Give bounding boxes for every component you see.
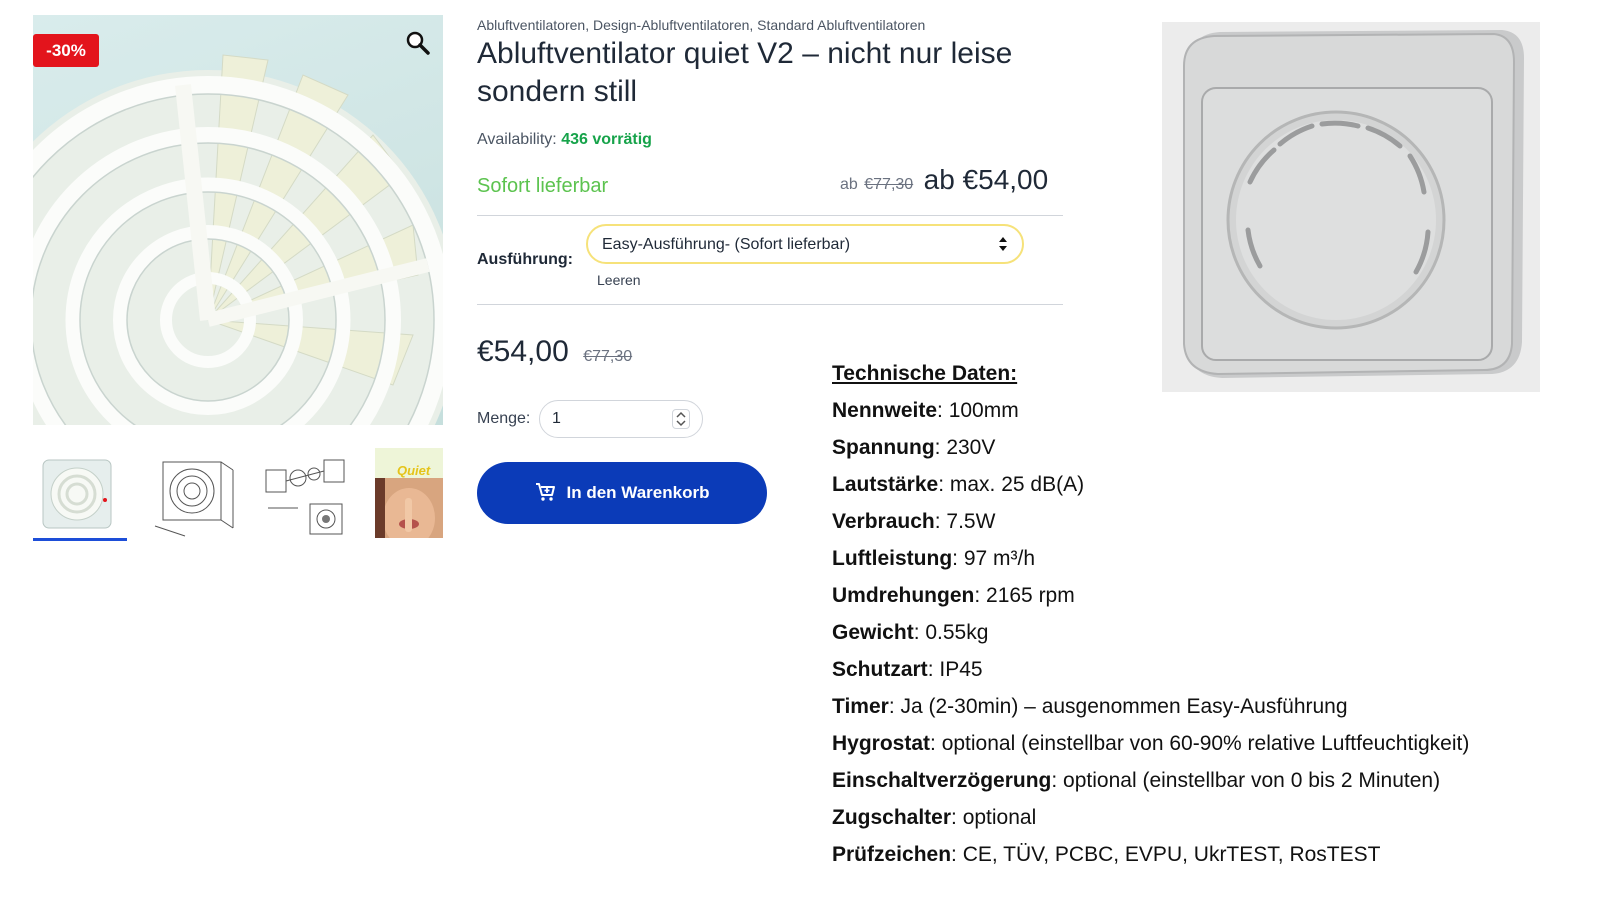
breadcrumb-separator: , bbox=[749, 17, 754, 33]
spec-name: Verbrauch bbox=[832, 510, 935, 533]
spec-value: : 7.5W bbox=[934, 510, 996, 533]
spec-value: : optional bbox=[951, 806, 1037, 829]
product-title: Abluftventilator quiet V2 – nicht nur le… bbox=[477, 35, 1077, 111]
thumbnail-2[interactable] bbox=[145, 448, 239, 538]
spec-row: Luftleistung: 97 m³/h bbox=[832, 547, 1035, 571]
thumbnail-4[interactable]: Quiet bbox=[375, 448, 443, 538]
spec-value: : optional (einstellbar von 0 bis 2 Minu… bbox=[1051, 769, 1441, 792]
spec-name: Schutzart bbox=[832, 658, 928, 681]
fan-grille-illustration bbox=[33, 54, 443, 425]
thumbnail-3[interactable] bbox=[258, 448, 352, 538]
spec-row: Timer: Ja (2-30min) – ausgenommen Easy-A… bbox=[832, 695, 1348, 719]
spec-name: Einschaltverzögerung bbox=[832, 769, 1052, 792]
availability: Availability: 436 vorrätig bbox=[477, 131, 652, 149]
spec-value: : optional (einstellbar von 60-90% relat… bbox=[930, 732, 1470, 755]
magnifier-icon[interactable] bbox=[405, 30, 431, 56]
spec-row: Schutzart: IP45 bbox=[832, 658, 983, 682]
thumbnail-4-text: Quiet bbox=[397, 463, 431, 478]
spec-value: : 100mm bbox=[937, 399, 1019, 422]
spec-value: : max. 25 dB(A) bbox=[938, 473, 1085, 496]
divider bbox=[477, 304, 1063, 305]
product-title-line-2: sondern still bbox=[477, 75, 638, 108]
spec-name: Prüfzeichen bbox=[832, 843, 952, 866]
main-product-image[interactable] bbox=[33, 15, 443, 425]
availability-value: 436 vorrätig bbox=[561, 131, 652, 148]
price-old: €77,30 bbox=[583, 348, 633, 365]
spec-name: Timer bbox=[832, 695, 889, 718]
tech-data-title: Technische Daten: bbox=[832, 362, 1018, 385]
spec-name: Umdrehungen bbox=[832, 584, 975, 607]
variation-select[interactable]: Easy-Ausführung- (Sofort lieferbar) bbox=[586, 224, 1024, 264]
cart-plus-icon bbox=[535, 483, 555, 501]
spec-row: Einschaltverzögerung: optional (einstell… bbox=[832, 769, 1440, 793]
price-current: €54,00 bbox=[477, 335, 569, 368]
quantity-value: 1 bbox=[552, 410, 561, 427]
select-arrows-icon bbox=[999, 237, 1007, 251]
thumbnail-active-indicator bbox=[33, 538, 127, 541]
spec-name: Gewicht bbox=[832, 621, 914, 644]
add-to-cart-button[interactable]: In den Warenkorb bbox=[477, 462, 767, 524]
spec-row: Lautstärke: max. 25 dB(A) bbox=[832, 473, 1084, 497]
divider bbox=[477, 215, 1063, 216]
spec-value: : 230V bbox=[934, 436, 996, 459]
spec-value: : Ja (2-30min) – ausgenommen Easy-Ausfüh… bbox=[888, 695, 1348, 718]
spec-row: Hygrostat: optional (einstellbar von 60-… bbox=[832, 732, 1469, 756]
stepper-arrows-icon[interactable] bbox=[672, 409, 690, 429]
breadcrumb-separator: , bbox=[585, 17, 590, 33]
spec-name: Zugschalter bbox=[832, 806, 952, 829]
product-price: €54,00 €77,30 bbox=[477, 335, 632, 369]
add-to-cart-label: In den Warenkorb bbox=[566, 483, 710, 502]
spec-value: : IP45 bbox=[927, 658, 983, 681]
price-range-old: €77,30 bbox=[864, 176, 914, 193]
spec-name: Spannung bbox=[832, 436, 935, 459]
thumbnail-1[interactable] bbox=[33, 448, 127, 538]
spec-name: Lautstärke bbox=[832, 473, 939, 496]
spec-row: Gewicht: 0.55kg bbox=[832, 621, 988, 645]
spec-value: : 2165 rpm bbox=[974, 584, 1075, 607]
clear-variation-link[interactable]: Leeren bbox=[597, 272, 641, 288]
product-title-line-1: Abluftventilator quiet V2 – nicht nur le… bbox=[477, 37, 1013, 70]
breadcrumb-link-1[interactable]: Abluftventilatoren bbox=[477, 17, 585, 33]
spec-name: Hygrostat bbox=[832, 732, 931, 755]
availability-label: Availability: bbox=[477, 131, 557, 148]
delivery-status: Sofort lieferbar bbox=[477, 175, 609, 197]
spec-row: Zugschalter: optional bbox=[832, 806, 1036, 830]
quantity-label: Menge: bbox=[477, 410, 531, 427]
variation-selected-value: Easy-Ausführung- (Sofort lieferbar) bbox=[602, 236, 851, 253]
spec-row: Umdrehungen: 2165 rpm bbox=[832, 584, 1075, 608]
breadcrumb-link-2[interactable]: Design-Abluftventilatoren bbox=[593, 17, 749, 33]
spec-name: Nennweite bbox=[832, 399, 938, 422]
spec-row: Nennweite: 100mm bbox=[832, 399, 1019, 423]
price-range-new: ab €54,00 bbox=[923, 164, 1049, 195]
variation-label: Ausführung: bbox=[477, 251, 573, 268]
breadcrumb: Abluftventilatoren, Design-Abluftventila… bbox=[477, 17, 925, 33]
quantity-input[interactable]: 1 bbox=[539, 400, 703, 438]
spec-value: : 97 m³/h bbox=[952, 547, 1036, 570]
spec-row: Spannung: 230V bbox=[832, 436, 995, 460]
price-range-prefix: ab bbox=[840, 176, 858, 193]
controller-product-image bbox=[1162, 22, 1540, 392]
spec-row: Verbrauch: 7.5W bbox=[832, 510, 995, 534]
sale-badge: -30% bbox=[33, 34, 99, 67]
spec-value: : CE, TÜV, PCBC, EVPU, UkrTEST, RosTEST bbox=[951, 843, 1381, 866]
price-range: ab €77,30 ab €54,00 bbox=[840, 164, 1048, 196]
spec-name: Luftleistung bbox=[832, 547, 953, 570]
breadcrumb-link-3[interactable]: Standard Abluftventilatoren bbox=[757, 17, 925, 33]
spec-value: : 0.55kg bbox=[913, 621, 989, 644]
spec-row: Prüfzeichen: CE, TÜV, PCBC, EVPU, UkrTES… bbox=[832, 843, 1380, 867]
